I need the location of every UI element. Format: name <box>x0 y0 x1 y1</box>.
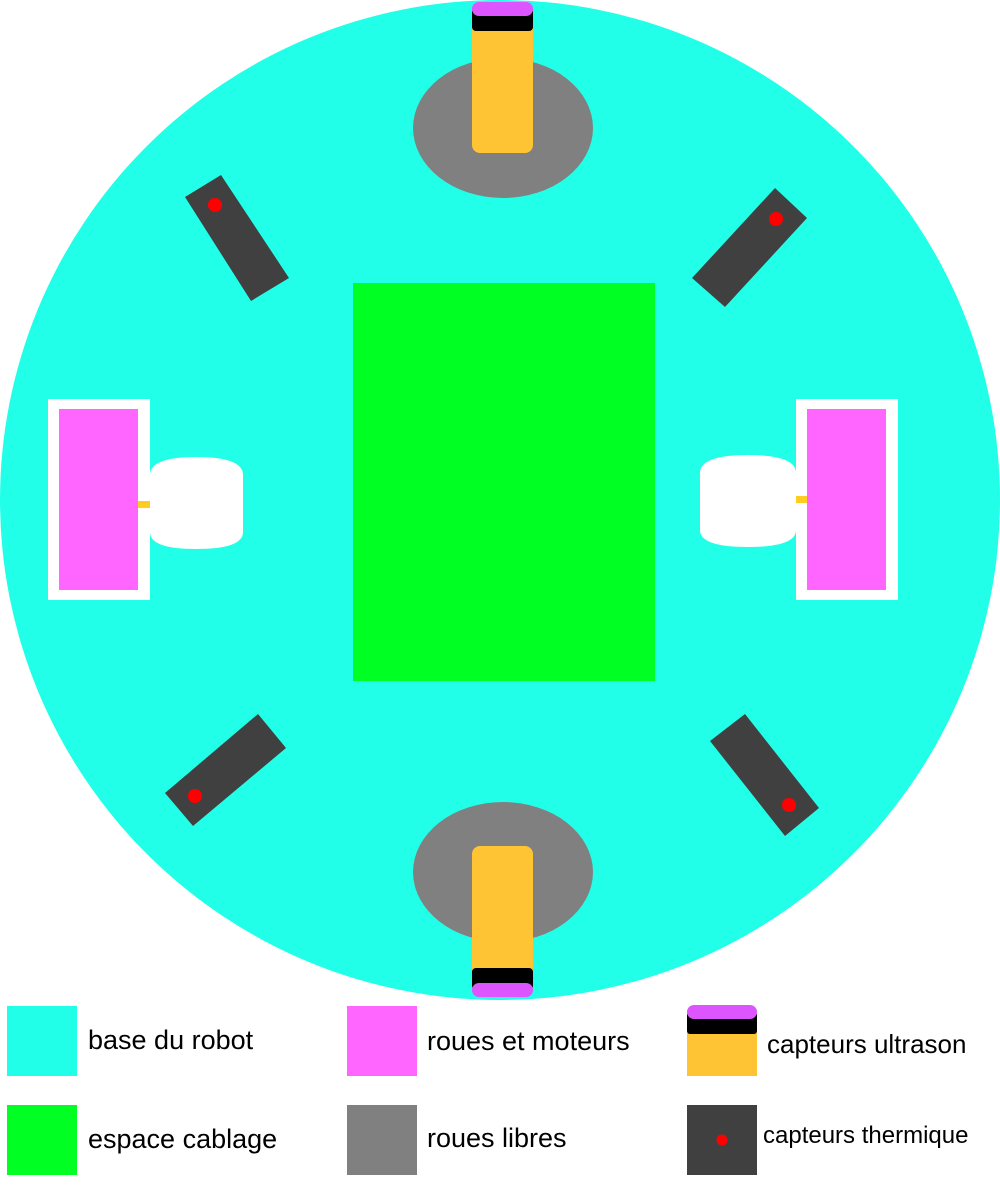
legend-swatch-ultrasonic <box>687 1005 757 1076</box>
legend-label-cabling: espace cablage <box>88 1124 278 1154</box>
legend-swatch-wheels <box>347 1006 417 1076</box>
legend-label-base: base du robot <box>88 1025 254 1055</box>
legend-label-free-wheels: roues libres <box>427 1123 567 1153</box>
legend-swatch-thermal <box>687 1105 757 1175</box>
legend-label-ultrasonic: capteurs ultrason <box>767 1029 967 1059</box>
legend-swatch-cabling <box>7 1105 77 1175</box>
legend-label-wheels: roues et moteurs <box>427 1026 630 1056</box>
legend-swatch-free-wheels <box>347 1105 417 1175</box>
ultrasonic-sensor-top <box>472 2 533 153</box>
robot-diagram <box>0 0 1000 1175</box>
ultrasonic-sensor-bottom <box>472 846 533 997</box>
cabling-space <box>353 283 655 681</box>
legend-label-thermal: capteurs thermique <box>763 1122 969 1149</box>
legend-swatch-base <box>7 1006 77 1076</box>
